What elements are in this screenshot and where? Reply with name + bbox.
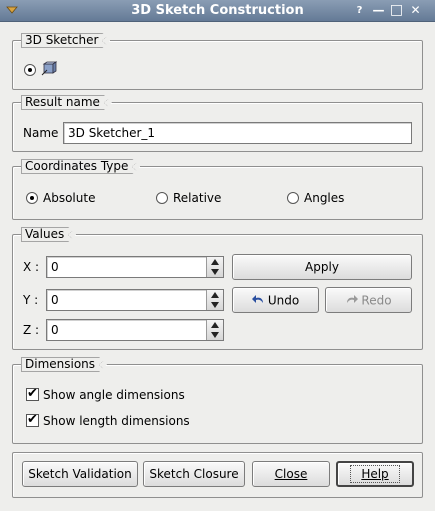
sketch-closure-button[interactable]: Sketch Closure bbox=[143, 461, 245, 487]
apply-button[interactable]: Apply bbox=[232, 254, 412, 280]
dimensions-group: Dimensions ✔ Show angle dimensions ✔ Sho… bbox=[12, 364, 423, 444]
redo-label: Redo bbox=[361, 293, 392, 308]
help-button[interactable]: Help bbox=[336, 461, 414, 487]
y-spin-arrows[interactable] bbox=[206, 290, 223, 310]
y-spinbox[interactable]: 0 bbox=[46, 289, 224, 311]
help-icon[interactable]: ? bbox=[352, 3, 367, 18]
z-label: Z : bbox=[23, 323, 40, 337]
z-spinbox[interactable]: 0 bbox=[46, 319, 224, 341]
undo-button[interactable]: Undo bbox=[232, 287, 319, 313]
x-label: X : bbox=[23, 260, 40, 274]
title-bar: 3D Sketch Construction ? — □ ✕ bbox=[0, 0, 435, 22]
angle-dimensions-label[interactable]: Show angle dimensions bbox=[43, 388, 185, 402]
y-label: Y : bbox=[23, 293, 39, 307]
result-name-group-title: Result name bbox=[21, 95, 112, 110]
result-name-group: Result name Name 3D Sketcher_1 bbox=[12, 102, 423, 152]
name-label: Name bbox=[23, 126, 59, 140]
redo-icon bbox=[345, 289, 359, 313]
coordinates-type-group: Coordinates Type Absolute Relative Angle… bbox=[12, 166, 423, 220]
maximize-icon[interactable]: □ bbox=[389, 3, 404, 18]
window-title: 3D Sketch Construction bbox=[131, 3, 304, 18]
values-group: Values X : 0 Y : 0 Z : 0 Apply Undo Redo bbox=[12, 234, 423, 350]
undo-label: Undo bbox=[267, 293, 300, 308]
angle-dimensions-checkbox[interactable]: ✔ bbox=[26, 386, 39, 401]
dimensions-group-title: Dimensions bbox=[21, 357, 107, 372]
help-button-label: Help bbox=[361, 467, 389, 481]
values-group-title: Values bbox=[21, 227, 76, 242]
z-spin-arrows[interactable] bbox=[206, 320, 223, 340]
minimize-icon[interactable]: — bbox=[371, 3, 386, 18]
coordinates-type-group-title: Coordinates Type bbox=[21, 159, 140, 174]
absolute-radio[interactable] bbox=[26, 192, 38, 204]
y-value: 0 bbox=[51, 293, 59, 307]
z-value: 0 bbox=[51, 323, 59, 337]
close-icon[interactable]: ✕ bbox=[408, 3, 423, 18]
sketcher-group: 3D Sketcher bbox=[12, 40, 423, 90]
relative-radio[interactable] bbox=[156, 192, 168, 204]
x-value: 0 bbox=[51, 260, 59, 274]
sketcher-type-radio[interactable] bbox=[24, 64, 36, 76]
sketch-validation-button[interactable]: Sketch Validation bbox=[22, 461, 138, 487]
relative-label[interactable]: Relative bbox=[173, 191, 221, 205]
close-button[interactable]: Close bbox=[252, 461, 330, 487]
length-dimensions-checkbox[interactable]: ✔ bbox=[26, 412, 39, 427]
length-dimensions-label[interactable]: Show length dimensions bbox=[43, 414, 190, 428]
x-spin-arrows[interactable] bbox=[206, 257, 223, 277]
sketcher-3d-icon bbox=[41, 61, 58, 80]
angles-radio[interactable] bbox=[287, 192, 299, 204]
x-spinbox[interactable]: 0 bbox=[46, 256, 224, 278]
name-field[interactable]: 3D Sketcher_1 bbox=[63, 122, 412, 144]
redo-button[interactable]: Redo bbox=[325, 287, 412, 313]
close-button-label: Close bbox=[274, 467, 308, 481]
absolute-label[interactable]: Absolute bbox=[43, 191, 95, 205]
angles-label[interactable]: Angles bbox=[304, 191, 344, 205]
undo-icon bbox=[251, 289, 265, 313]
sketcher-group-title: 3D Sketcher bbox=[21, 33, 110, 48]
